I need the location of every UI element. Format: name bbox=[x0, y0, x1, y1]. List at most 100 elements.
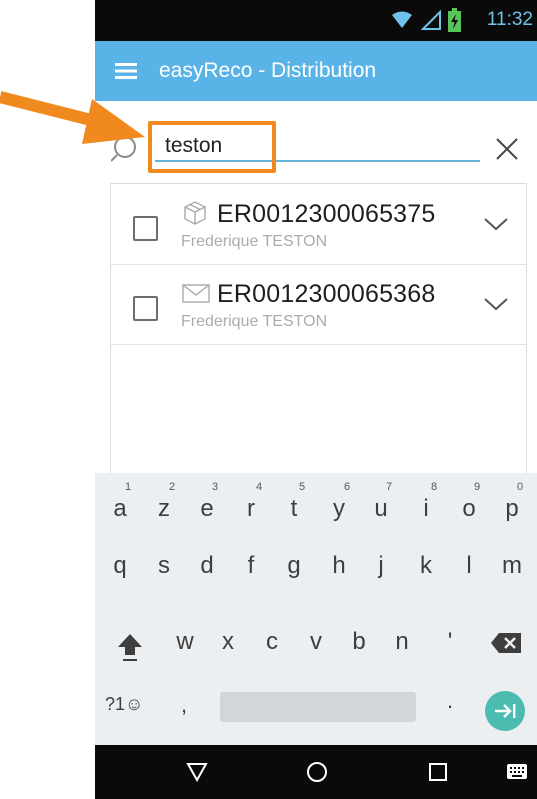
key-k[interactable]: k bbox=[409, 530, 443, 590]
chevron-down-icon[interactable] bbox=[483, 296, 509, 312]
key-r[interactable]: r4 bbox=[234, 473, 268, 533]
key-label: x bbox=[222, 628, 234, 655]
next-button[interactable] bbox=[485, 691, 525, 731]
wifi-icon bbox=[392, 11, 412, 28]
home-icon[interactable] bbox=[306, 761, 328, 783]
key-label: i bbox=[423, 495, 429, 522]
chevron-down-icon[interactable] bbox=[483, 216, 509, 232]
key-apostrophe[interactable]: ' bbox=[433, 606, 467, 666]
close-icon[interactable] bbox=[495, 137, 519, 161]
recipient-name: Frederique TESTON bbox=[181, 313, 328, 330]
key-p[interactable]: p0 bbox=[495, 473, 529, 533]
key-label: t bbox=[290, 495, 298, 522]
key-label: a bbox=[113, 495, 127, 522]
key-label: q bbox=[113, 552, 127, 579]
key-label: h bbox=[332, 552, 346, 579]
key-a[interactable]: a1 bbox=[103, 473, 137, 533]
key-label: g bbox=[287, 552, 301, 579]
key-hint: 1 bbox=[125, 481, 132, 493]
key-label: l bbox=[466, 552, 472, 579]
key-e[interactable]: e3 bbox=[190, 473, 224, 533]
key-label: e bbox=[200, 495, 214, 522]
key-q[interactable]: q bbox=[103, 530, 137, 590]
key-h[interactable]: h bbox=[322, 530, 356, 590]
key-n[interactable]: n bbox=[385, 606, 419, 666]
app-bar: easyReco - Distribution bbox=[95, 41, 537, 101]
tracking-number: ER0012300065375 bbox=[217, 200, 436, 228]
key-u[interactable]: u7 bbox=[364, 473, 398, 533]
recipient-name: Frederique TESTON bbox=[181, 233, 328, 250]
battery-icon bbox=[448, 8, 461, 32]
key-y[interactable]: y6 bbox=[322, 473, 356, 533]
key-label: r bbox=[247, 495, 255, 522]
key-f[interactable]: f bbox=[234, 530, 268, 590]
key-hint: 5 bbox=[299, 481, 306, 493]
next-arrow-icon bbox=[495, 704, 516, 718]
results-list: ER0012300065375 Frederique TESTON ER0012… bbox=[110, 183, 527, 483]
key-label: n bbox=[395, 628, 409, 655]
key-m[interactable]: m bbox=[495, 530, 529, 590]
key-s[interactable]: s bbox=[147, 530, 181, 590]
key-hint: 6 bbox=[344, 481, 351, 493]
shift-icon[interactable] bbox=[117, 632, 143, 664]
recents-icon[interactable] bbox=[428, 762, 448, 782]
period-key[interactable]: . bbox=[447, 688, 453, 714]
comma-key[interactable]: , bbox=[181, 692, 187, 718]
back-icon[interactable] bbox=[186, 762, 208, 782]
key-l[interactable]: l bbox=[452, 530, 486, 590]
key-label: s bbox=[158, 552, 170, 579]
key-hint: 3 bbox=[212, 481, 219, 493]
keyboard-icon[interactable] bbox=[506, 763, 528, 781]
key-label: f bbox=[247, 552, 255, 579]
key-label: y bbox=[333, 495, 345, 522]
key-b[interactable]: b bbox=[342, 606, 376, 666]
space-bar[interactable] bbox=[220, 692, 416, 722]
key-i[interactable]: i8 bbox=[409, 473, 443, 533]
backspace-icon[interactable] bbox=[490, 632, 522, 654]
key-hint: 0 bbox=[517, 481, 524, 493]
app-title: easyReco - Distribution bbox=[159, 59, 377, 82]
key-hint: 7 bbox=[386, 481, 393, 493]
keyboard-row: qsdfghjklm bbox=[95, 550, 537, 610]
key-label: z bbox=[158, 495, 170, 522]
checkbox[interactable] bbox=[133, 216, 158, 241]
signal-icon bbox=[421, 10, 441, 30]
key-label: w bbox=[176, 628, 194, 655]
symbols-key[interactable]: ?1☺ bbox=[105, 694, 143, 715]
key-x[interactable]: x bbox=[211, 606, 245, 666]
checkbox[interactable] bbox=[133, 296, 158, 321]
list-item[interactable]: ER0012300065375 Frederique TESTON bbox=[111, 184, 526, 265]
envelope-icon bbox=[182, 284, 210, 303]
key-o[interactable]: o9 bbox=[452, 473, 486, 533]
package-icon bbox=[184, 201, 206, 225]
key-w[interactable]: w bbox=[168, 606, 202, 666]
key-label: p bbox=[505, 495, 519, 522]
annotation-arrow-icon bbox=[0, 91, 145, 144]
key-v[interactable]: v bbox=[299, 606, 333, 666]
key-g[interactable]: g bbox=[277, 530, 311, 590]
status-time: 11:32 bbox=[486, 9, 533, 30]
key-d[interactable]: d bbox=[190, 530, 224, 590]
status-bar: 11:32 bbox=[95, 0, 537, 41]
key-j[interactable]: j bbox=[364, 530, 398, 590]
keyboard-row: w x c v b n ' bbox=[95, 610, 537, 670]
key-label: c bbox=[266, 628, 278, 655]
key-label: j bbox=[378, 552, 384, 579]
key-hint: 8 bbox=[431, 481, 438, 493]
key-label: d bbox=[200, 552, 214, 579]
key-label: ' bbox=[447, 628, 453, 655]
key-z[interactable]: z2 bbox=[147, 473, 181, 533]
key-label: v bbox=[310, 628, 322, 655]
key-hint: 4 bbox=[256, 481, 263, 493]
key-label: o bbox=[462, 495, 476, 522]
highlight-box bbox=[148, 121, 276, 173]
key-label: b bbox=[352, 628, 366, 655]
key-t[interactable]: t5 bbox=[277, 473, 311, 533]
list-item[interactable]: ER0012300065368 Frederique TESTON bbox=[111, 264, 526, 345]
key-c[interactable]: c bbox=[255, 606, 289, 666]
keyboard-row: a1z2e3r4t5y6u7i8o9p0 bbox=[95, 473, 537, 533]
navigation-bar bbox=[95, 745, 537, 799]
key-label: m bbox=[502, 552, 522, 579]
tracking-number: ER0012300065368 bbox=[217, 280, 436, 308]
key-hint: 2 bbox=[169, 481, 176, 493]
